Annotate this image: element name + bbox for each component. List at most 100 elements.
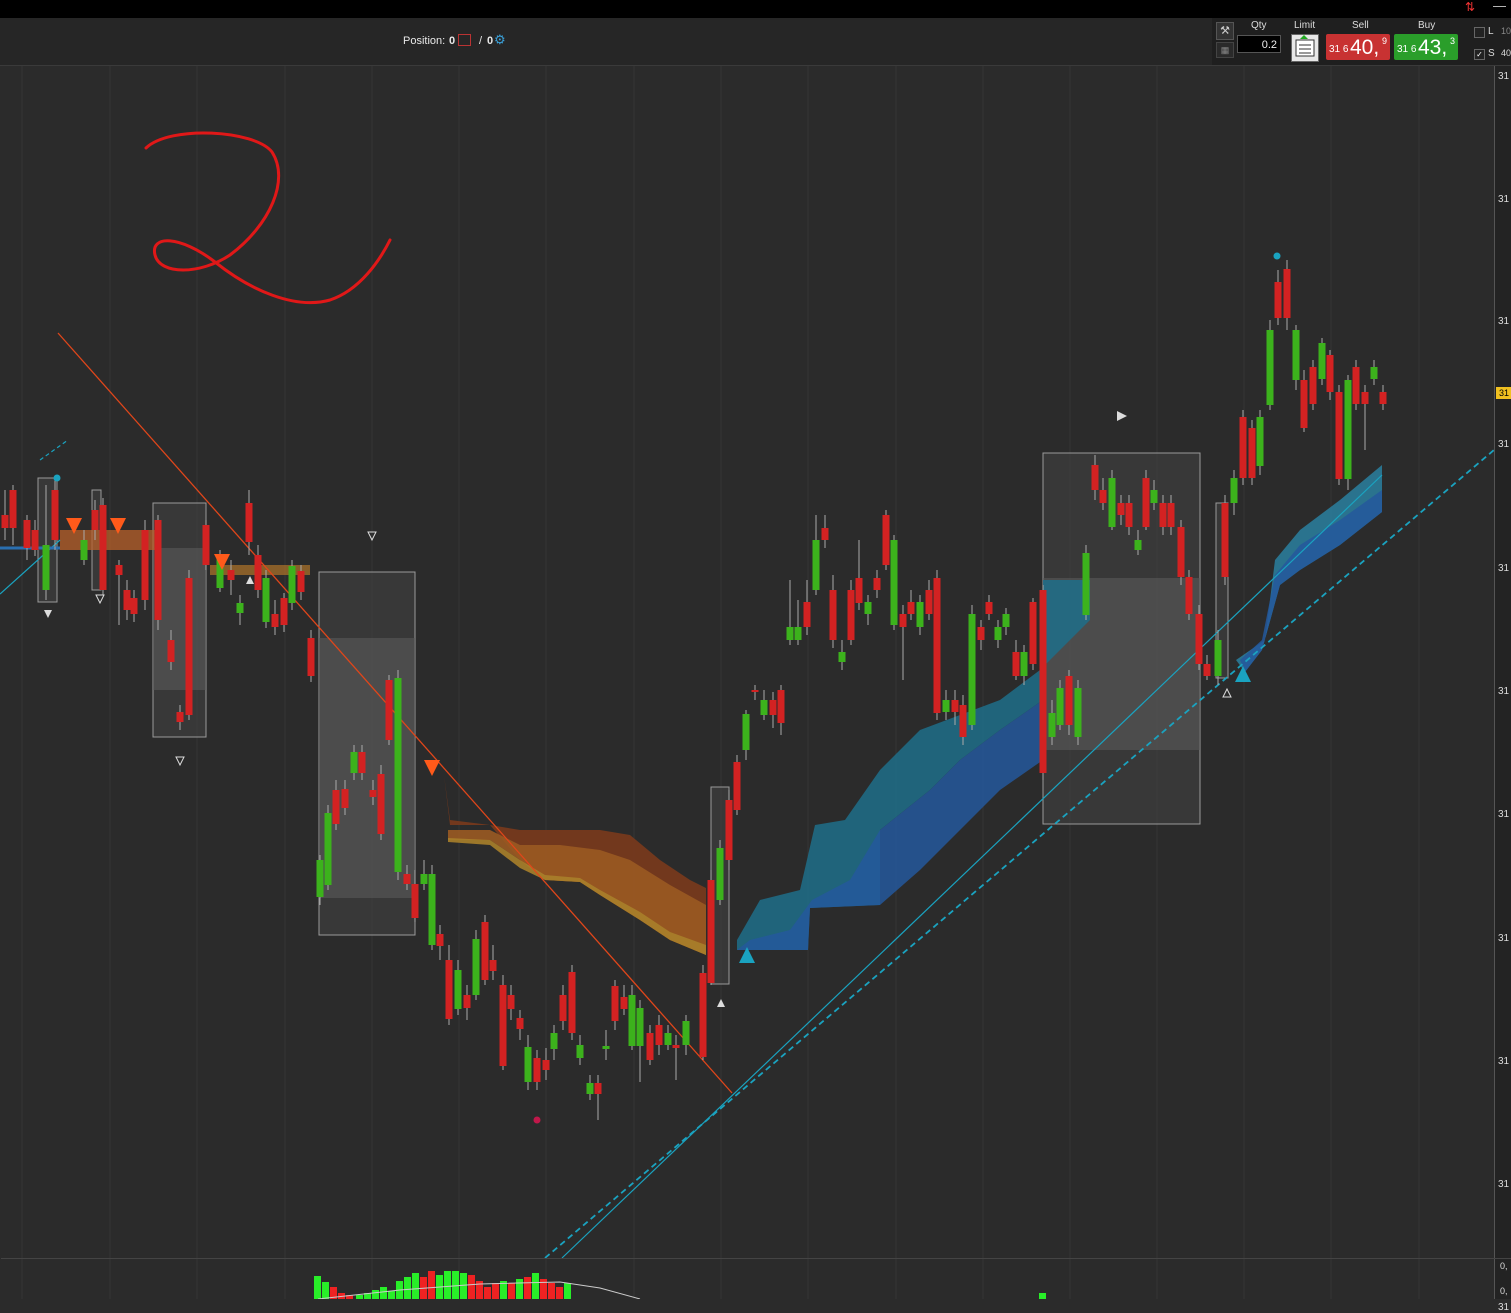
candle-body — [1108, 478, 1116, 527]
volume-axis-top: 0, — [1500, 1261, 1508, 1271]
candle-body — [890, 540, 898, 625]
limit-order-button[interactable] — [1291, 34, 1319, 62]
top-strip: ⇅ — — [0, 0, 1511, 18]
candle-body — [23, 520, 31, 548]
candle-body — [1239, 417, 1247, 478]
candle-body — [185, 578, 193, 715]
candle-body — [9, 490, 17, 528]
candle-body — [1012, 652, 1020, 676]
checkbox-s-label: S — [1488, 48, 1495, 59]
candle-body — [977, 627, 985, 640]
candle-body — [907, 602, 915, 614]
candle-body — [682, 1021, 690, 1045]
checkbox-l-label: L — [1488, 26, 1494, 37]
candle-body — [341, 789, 349, 808]
candle-body — [1195, 614, 1203, 664]
candle-body — [586, 1083, 594, 1094]
volume-bar — [532, 1273, 539, 1299]
candle-body — [559, 995, 567, 1021]
volume-bar — [322, 1282, 329, 1299]
candle-body — [288, 566, 296, 603]
candle-body — [550, 1033, 558, 1049]
candle-body — [324, 813, 332, 885]
candle-body — [99, 505, 107, 590]
candle-body — [899, 614, 907, 627]
candle-body — [377, 774, 385, 834]
candle-body — [533, 1058, 541, 1082]
price-axis-tick: 31 — [1498, 1302, 1510, 1313]
candle-body — [1159, 503, 1167, 527]
price-axis-tick: 31 — [1498, 194, 1510, 205]
price-axis-tick: 31 — [1498, 933, 1510, 944]
candle-body — [951, 700, 959, 712]
candle-body — [1370, 367, 1378, 379]
candle-body — [620, 997, 628, 1009]
candle-body — [1283, 269, 1291, 318]
candle-body — [280, 598, 288, 625]
settings-gear-icon[interactable]: ⚙ — [494, 32, 506, 48]
swing-high-dot — [1273, 252, 1281, 260]
sell-price-main: 40, — [1350, 36, 1380, 59]
candle-body — [31, 530, 39, 550]
candle-body — [1082, 553, 1090, 615]
price-chart[interactable] — [0, 66, 1494, 1299]
candle-body — [91, 510, 99, 530]
edge-value-bottom: 40 — [1501, 48, 1511, 58]
candle-body — [1091, 465, 1099, 490]
candle-body — [472, 939, 480, 995]
volume-bar — [404, 1277, 411, 1299]
buy-button[interactable]: 31 6 43, 3 — [1394, 34, 1458, 60]
limit-order-icon — [1295, 35, 1315, 57]
candle-body — [777, 690, 785, 723]
price-axis-tick: 31 — [1498, 316, 1510, 327]
volume-bar — [444, 1271, 451, 1299]
sell-button[interactable]: 31 6 40, 9 — [1326, 34, 1390, 60]
quantity-input[interactable]: 0.2 — [1237, 35, 1281, 53]
volume-bar — [1039, 1293, 1046, 1299]
edge-value-top: 10 — [1501, 26, 1511, 36]
candle-body — [358, 752, 366, 773]
close-position-icon[interactable] — [458, 34, 471, 46]
candle-body — [794, 627, 802, 640]
candle-body — [1221, 503, 1229, 577]
price-axis-tick: 31 — [1498, 686, 1510, 697]
candle-body — [1065, 676, 1073, 725]
candle-body — [1326, 355, 1334, 392]
candle-body — [1142, 478, 1150, 527]
candle-body — [1020, 652, 1028, 676]
candle-body — [481, 922, 489, 980]
candle-body — [707, 880, 715, 983]
volume-bar — [508, 1283, 515, 1299]
checkbox-s[interactable]: ✓ — [1474, 49, 1485, 60]
candle-body — [1002, 614, 1010, 627]
minimize-icon[interactable]: — — [1493, 0, 1506, 13]
candle-body — [454, 970, 462, 1009]
candle-body — [403, 874, 411, 884]
candle-body — [602, 1046, 610, 1049]
candle-body — [542, 1060, 550, 1070]
candle-body — [524, 1047, 532, 1082]
volume-bar — [492, 1283, 499, 1299]
chart-background — [0, 66, 1494, 1299]
checkbox-l[interactable] — [1474, 27, 1485, 38]
swing-low-dot — [533, 1116, 541, 1124]
candle-body — [51, 490, 59, 540]
candle-body — [1379, 392, 1387, 404]
candle-body — [916, 602, 924, 627]
volume-bar — [548, 1283, 555, 1299]
candle-body — [130, 598, 138, 614]
candle-body — [202, 525, 210, 565]
candle-body — [803, 602, 811, 627]
wrench-icon[interactable]: ⚒ — [1216, 22, 1234, 40]
volume-bar — [380, 1287, 387, 1299]
candle-body — [1150, 490, 1158, 503]
position-label: Position: — [403, 35, 446, 47]
candle-body — [1230, 478, 1238, 503]
up-down-arrows-icon[interactable]: ⇅ — [1465, 0, 1475, 14]
volume-bar — [564, 1283, 571, 1299]
keypad-icon[interactable]: ▦ — [1216, 42, 1234, 58]
candle-body — [1177, 527, 1185, 577]
candle-body — [463, 995, 471, 1008]
candle-body — [1056, 688, 1064, 725]
volume-bar — [556, 1287, 563, 1299]
